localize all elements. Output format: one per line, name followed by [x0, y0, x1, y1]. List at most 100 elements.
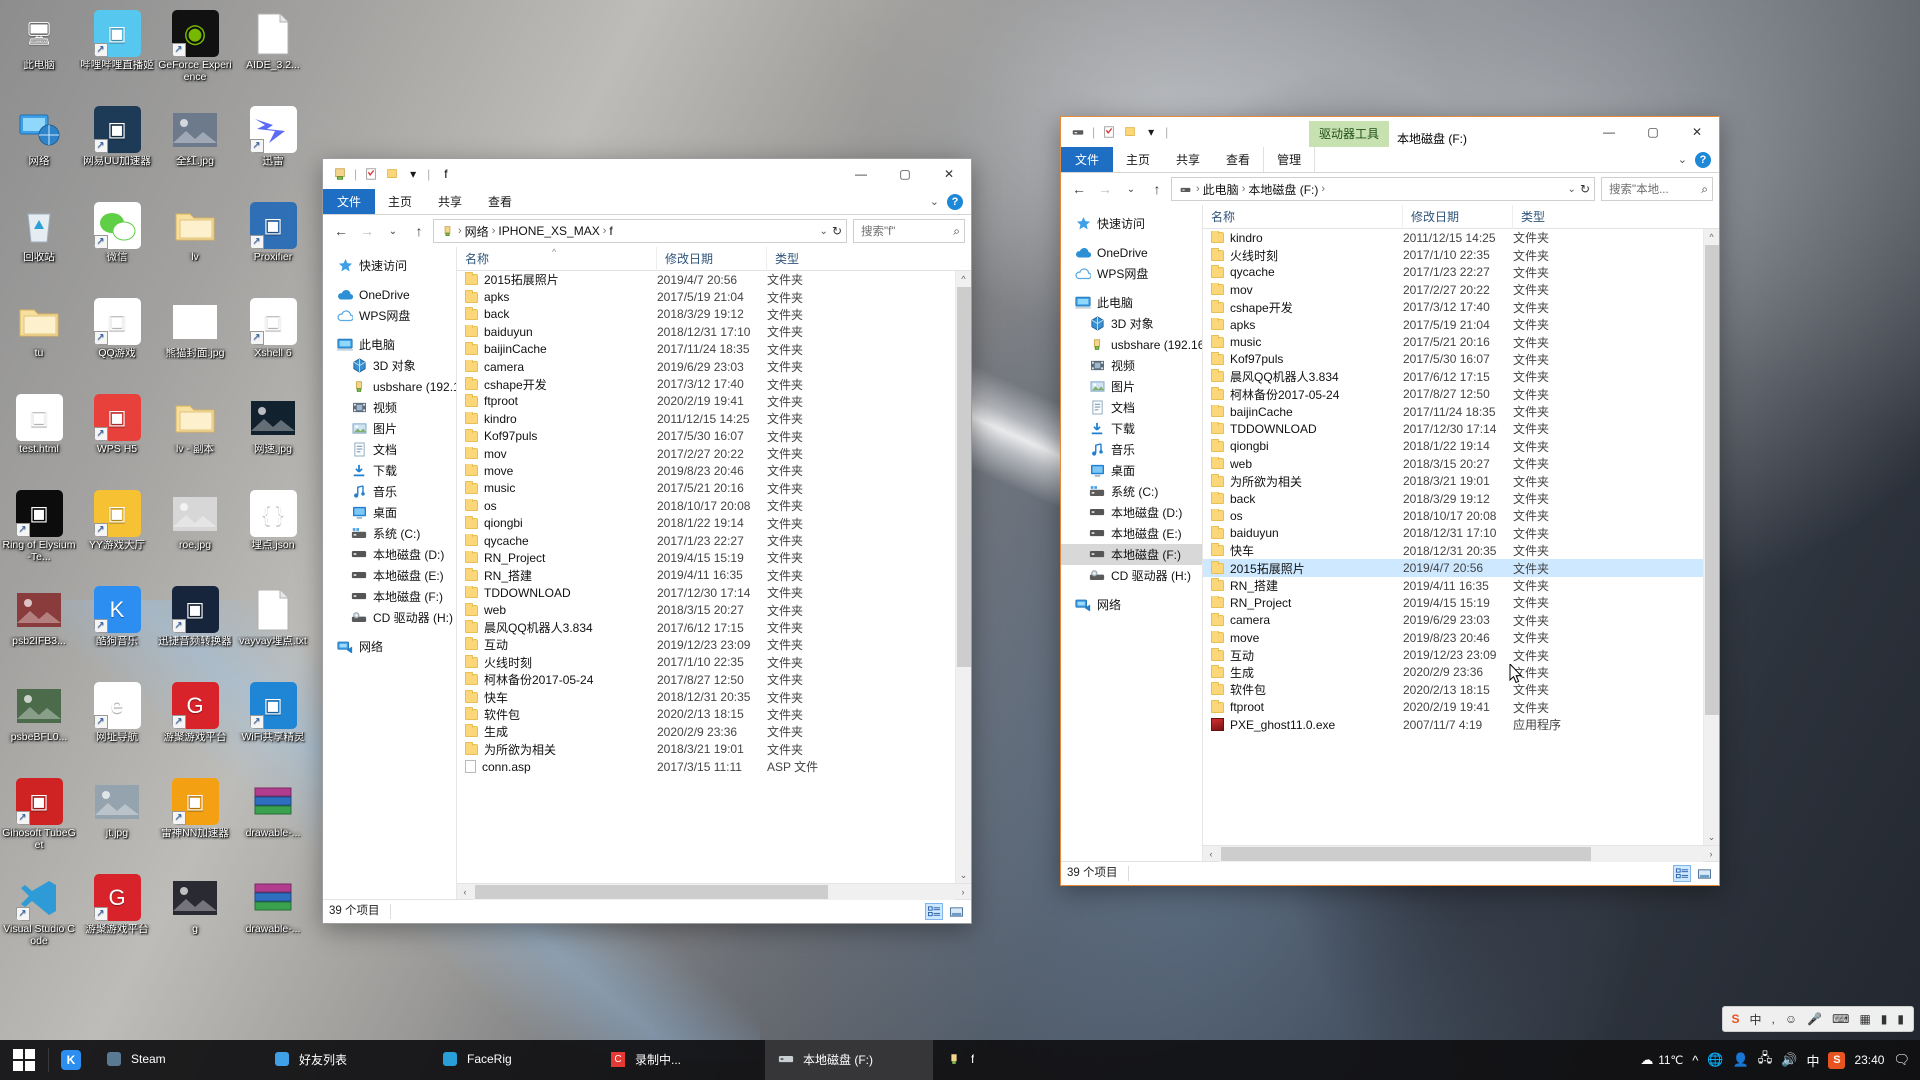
right-nav-item[interactable]: 3D 对象: [1061, 313, 1202, 334]
left-view-buttons[interactable]: [925, 903, 965, 920]
desktop-icon[interactable]: ◉ ↗ GeForce Experience: [156, 4, 234, 100]
right-table-row[interactable]: apks 2017/5/19 21:04 文件夹: [1203, 316, 1719, 333]
left-row-name-cell[interactable]: 火线时刻: [457, 654, 657, 671]
left-col-name[interactable]: 名称: [457, 246, 657, 271]
right-hscroll-thumb[interactable]: [1221, 846, 1591, 861]
ime-language-indicator[interactable]: 中: [1806, 1051, 1819, 1070]
right-table-row[interactable]: 柯林备份2017-05-24 2017/8/27 12:50 文件夹: [1203, 386, 1719, 403]
left-row-name-cell[interactable]: 晨风QQ机器人3.834: [457, 619, 657, 636]
desktop-icon[interactable]: jt.jpg: [78, 772, 156, 868]
left-ribbon-tabs[interactable]: 文件 主页 共享 查看 ⌄ ?: [323, 189, 971, 215]
ime-toolbox-icon[interactable]: ▦: [1859, 1012, 1870, 1026]
left-table-row[interactable]: conn.asp 2017/3/15 11:11 ASP 文件: [457, 758, 971, 775]
right-table-row[interactable]: move 2019/8/23 20:46 文件夹: [1203, 629, 1719, 646]
left-column-headers[interactable]: 名称 修改日期 类型 ^: [457, 246, 971, 271]
right-row-name-cell[interactable]: web: [1203, 456, 1403, 471]
right-tab-file[interactable]: 文件: [1061, 147, 1114, 172]
left-navigation-bar[interactable]: ← → ⌄ ↑ › 网络 › IPHONE_XS_MAX › f ⌄ ↻ 搜索"…: [323, 215, 971, 247]
desktop-icon[interactable]: drawable-...: [234, 868, 312, 964]
right-nav-item[interactable]: 快速访问: [1061, 213, 1202, 234]
left-table-row[interactable]: qiongbi 2018/1/22 19:14 文件夹: [457, 514, 971, 531]
left-vscroll-thumb[interactable]: [956, 287, 971, 667]
desktop-icon[interactable]: ↗ 迅雷: [234, 100, 312, 196]
desktop-icon[interactable]: ▣ ↗ YY游戏大厅: [78, 484, 156, 580]
right-row-name-cell[interactable]: 生成: [1203, 664, 1403, 681]
ime-keyboard-icon[interactable]: ⌨: [1832, 1012, 1849, 1026]
left-details-view-icon[interactable]: [925, 903, 943, 920]
network-icon[interactable]: 🖧: [1758, 1049, 1773, 1071]
desktop-icon[interactable]: ▣ ↗ 哔哩哔哩直播姬: [78, 4, 156, 100]
desktop-icon[interactable]: ▣ ↗ WPS H5: [78, 388, 156, 484]
right-nav-item[interactable]: 桌面: [1061, 460, 1202, 481]
right-row-name-cell[interactable]: apks: [1203, 317, 1403, 332]
left-table-row[interactable]: RN_Project 2019/4/15 15:19 文件夹: [457, 549, 971, 566]
left-address-bar[interactable]: › 网络 › IPHONE_XS_MAX › f ⌄ ↻: [433, 219, 847, 243]
left-row-name-cell[interactable]: kindro: [457, 411, 657, 426]
right-view-buttons[interactable]: [1673, 865, 1713, 882]
left-row-name-cell[interactable]: baijinCache: [457, 342, 657, 356]
right-nav-item[interactable]: 网络: [1061, 594, 1202, 615]
right-row-name-cell[interactable]: 快车: [1203, 542, 1403, 559]
desktop-icon[interactable]: e ↗ 网址导航: [78, 676, 156, 772]
left-row-name-cell[interactable]: RN_搭建: [457, 567, 657, 584]
right-hscroll-left-icon[interactable]: ‹: [1203, 849, 1219, 859]
left-vscroll-track[interactable]: [955, 287, 971, 867]
left-row-name-cell[interactable]: apks: [457, 290, 657, 304]
desktop-icon[interactable]: 🖥 此电脑: [0, 4, 78, 100]
ime-chinese-mode-icon[interactable]: 中: [1750, 1011, 1762, 1028]
desktop-icon[interactable]: vayvay埋点.txt: [234, 580, 312, 676]
left-tab-home[interactable]: 主页: [375, 189, 425, 214]
desktop-icon[interactable]: G ↗ 游聚游戏平台: [78, 868, 156, 964]
desktop-icon[interactable]: psbeBFL0...: [0, 676, 78, 772]
right-table-row[interactable]: RN_Project 2019/4/15 15:19 文件夹: [1203, 594, 1719, 611]
desktop-icon[interactable]: tu: [0, 292, 78, 388]
left-table-row[interactable]: ftproot 2020/2/19 19:41 文件夹: [457, 393, 971, 410]
right-table-row[interactable]: camera 2019/6/29 23:03 文件夹: [1203, 612, 1719, 629]
left-nav-item[interactable]: WPS网盘: [323, 305, 456, 326]
left-nav-item[interactable]: 快速访问: [323, 255, 456, 276]
right-col-date[interactable]: 修改日期: [1403, 204, 1513, 229]
right-table-row[interactable]: 2015拓展照片 2019/4/7 20:56 文件夹: [1203, 559, 1719, 577]
desktop-icon[interactable]: ▣ ↗ WiFi共享精灵: [234, 676, 312, 772]
left-horizontal-scrollbar[interactable]: ‹ ›: [457, 883, 971, 900]
right-refresh-icon[interactable]: ↻: [1580, 182, 1590, 196]
left-col-type[interactable]: 类型: [767, 247, 847, 271]
right-nav-item[interactable]: WPS网盘: [1061, 263, 1202, 284]
left-row-name-cell[interactable]: baiduyun: [457, 324, 657, 339]
left-table-row[interactable]: back 2018/3/29 19:12 文件夹: [457, 306, 971, 323]
right-row-name-cell[interactable]: 2015拓展照片: [1203, 560, 1403, 577]
right-row-name-cell[interactable]: move: [1203, 630, 1403, 645]
right-row-name-cell[interactable]: os: [1203, 508, 1403, 523]
left-row-name-cell[interactable]: 2015拓展照片: [457, 271, 657, 288]
right-quick-access-toolbar[interactable]: | ▾ |: [1061, 124, 1169, 140]
left-table-row[interactable]: apks 2017/5/19 21:04 文件夹: [457, 288, 971, 305]
left-table-row[interactable]: cshape开发 2017/3/12 17:40 文件夹: [457, 375, 971, 392]
taskbar-task[interactable]: C 录制中...: [597, 1040, 765, 1080]
right-row-name-cell[interactable]: PXE_ghost11.0.exe: [1203, 718, 1403, 732]
right-nav-item[interactable]: 本地磁盘 (D:): [1061, 502, 1202, 523]
right-address-bar[interactable]: › 此电脑 › 本地磁盘 (F:) › ⌄ ↻: [1171, 177, 1595, 201]
desktop-icon[interactable]: K ↗ 酷狗音乐: [78, 580, 156, 676]
right-address-right[interactable]: ⌄ ↻: [1568, 182, 1592, 196]
right-table-row[interactable]: 软件包 2020/2/13 18:15 文件夹: [1203, 681, 1719, 698]
left-row-name-cell[interactable]: 互动: [457, 636, 657, 653]
right-table-row[interactable]: qiongbi 2018/1/22 19:14 文件夹: [1203, 438, 1719, 455]
right-row-name-cell[interactable]: baiduyun: [1203, 526, 1403, 540]
right-row-name-cell[interactable]: 晨风QQ机器人3.834: [1203, 368, 1403, 385]
right-maximize-button[interactable]: ▢: [1631, 117, 1675, 147]
right-details-view-icon[interactable]: [1673, 865, 1691, 882]
right-col-type[interactable]: 类型: [1513, 205, 1603, 229]
desktop-icon[interactable]: ▣ ↗ Xshell 6: [234, 292, 312, 388]
desktop-icon[interactable]: ▣ ↗ 网易UU加速器: [78, 100, 156, 196]
left-nav-item[interactable]: 本地磁盘 (D:): [323, 544, 456, 565]
desktop-icon[interactable]: ↗ Visual Studio Code: [0, 868, 78, 964]
right-nav-item[interactable]: 此电脑: [1061, 292, 1202, 313]
left-nav-item[interactable]: 音乐: [323, 481, 456, 502]
notification-icon[interactable]: 🗨: [1893, 1052, 1910, 1068]
right-row-name-cell[interactable]: cshape开发: [1203, 299, 1403, 316]
left-nav-item[interactable]: CD 驱动器 (H:): [323, 607, 456, 628]
left-table-row[interactable]: os 2018/10/17 20:08 文件夹: [457, 497, 971, 514]
right-large-icons-view-icon[interactable]: [1695, 865, 1713, 882]
left-nav-item[interactable]: 本地磁盘 (F:): [323, 586, 456, 607]
right-table-row[interactable]: 互动 2019/12/23 23:09 文件夹: [1203, 646, 1719, 663]
